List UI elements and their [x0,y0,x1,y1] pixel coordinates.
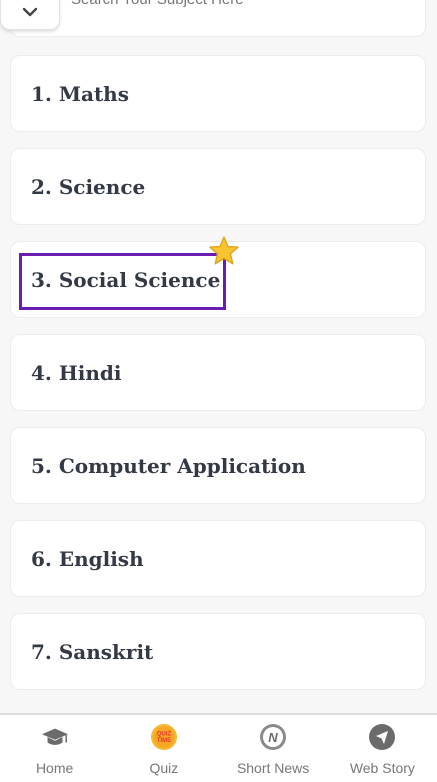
quiz-time-icon: QUIZ TIME [150,723,178,751]
subject-label: 1. Maths [31,81,129,106]
nav-home[interactable]: Home [0,715,109,782]
collapse-button[interactable] [0,0,60,30]
subject-card-hindi[interactable]: 4. Hindi [10,334,426,411]
subject-card-sanskrit[interactable]: 7. Sanskrit [10,613,426,690]
nav-short-news[interactable]: N Short News [219,715,328,782]
graduation-cap-icon [41,723,69,751]
nav-label-short-news: Short News [236,760,310,776]
search-bar[interactable]: Search Your Subject Here [10,0,426,37]
subject-label: 5. Computer Application [31,453,306,478]
nav-label-home: Home [35,760,74,776]
subject-card-computer-application[interactable]: 5. Computer Application [10,427,426,504]
subject-label: 7. Sanskrit [31,639,154,664]
search-input-placeholder[interactable]: Search Your Subject Here [71,0,244,8]
nav-quiz[interactable]: QUIZ TIME Quiz [109,715,218,782]
nav-web-story[interactable]: Web Story [328,715,437,782]
subject-label: 3. Social Science [31,267,221,292]
subject-card-english[interactable]: 6. English [10,520,426,597]
subject-label: 2. Science [31,174,146,199]
navigation-arrow-icon [368,723,396,751]
subject-card-science[interactable]: 2. Science [10,148,426,225]
news-icon: N [259,723,287,751]
svg-text:QUIZ: QUIZ [157,732,172,738]
subject-label: 4. Hindi [31,360,122,385]
nav-label-quiz: Quiz [149,760,179,776]
bottom-nav: Home QUIZ TIME Quiz N Short News Web Sto… [0,713,437,782]
star-icon [208,235,240,267]
subject-label: 6. English [31,546,144,571]
svg-text:N: N [268,730,278,745]
subject-card-maths[interactable]: 1. Maths [10,55,426,132]
nav-label-web-story: Web Story [349,760,415,776]
chevron-down-icon [22,4,38,22]
svg-text:TIME: TIME [157,738,171,744]
